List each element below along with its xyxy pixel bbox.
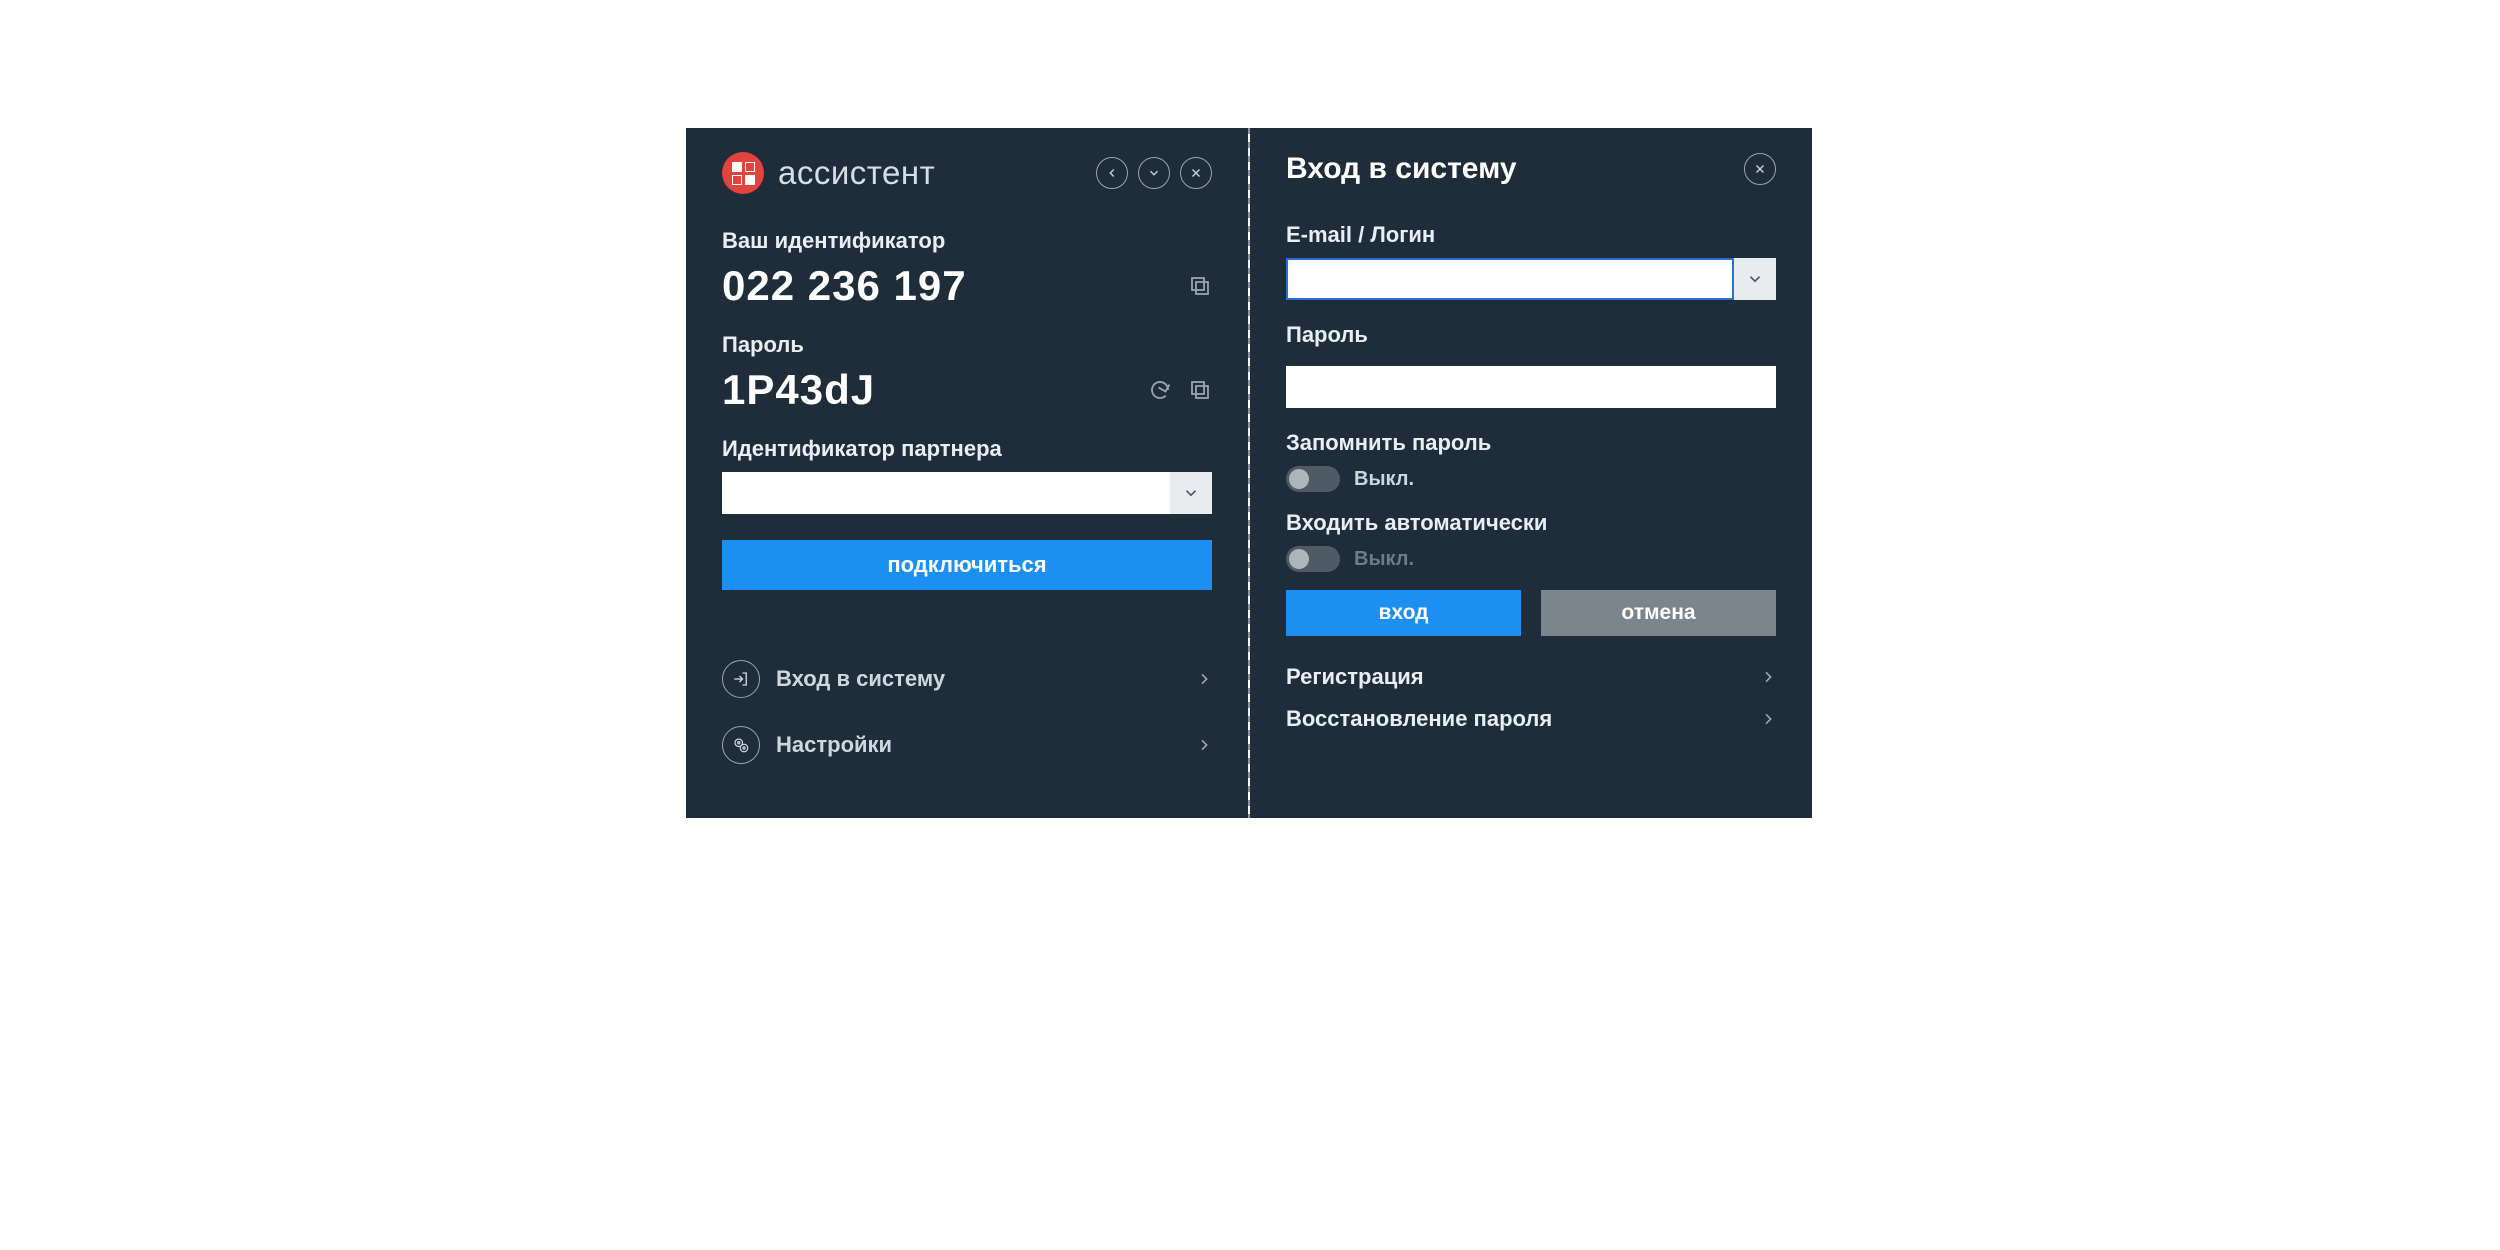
email-label: E-mail / Логин	[1286, 222, 1776, 248]
main-panel: ассистент Ваш идентификатор 022 236 197	[686, 128, 1248, 818]
cancel-button-label: отмена	[1621, 601, 1695, 625]
login-password-input[interactable]	[1286, 366, 1776, 408]
register-link-label: Регистрация	[1286, 664, 1424, 690]
chevron-right-icon	[1760, 665, 1776, 689]
partner-id-combo	[722, 472, 1212, 514]
nav-settings[interactable]: Настройки	[722, 712, 1212, 778]
copy-id-button[interactable]	[1188, 274, 1212, 298]
cancel-button[interactable]: отмена	[1541, 590, 1776, 636]
login-icon	[722, 660, 760, 698]
recover-password-link[interactable]: Восстановление пароля	[1286, 698, 1776, 740]
refresh-password-button[interactable]	[1148, 378, 1172, 402]
chevron-right-icon	[1196, 733, 1212, 757]
app-title: ассистент	[778, 154, 935, 192]
login-panel-title: Вход в систему	[1286, 152, 1517, 186]
close-button[interactable]	[1180, 157, 1212, 189]
password-value: 1P43dJ	[722, 366, 875, 414]
login-password-label: Пароль	[1286, 322, 1776, 348]
recover-link-label: Восстановление пароля	[1286, 706, 1552, 732]
menu-dropdown-button[interactable]	[1138, 157, 1170, 189]
remember-password-toggle[interactable]	[1286, 466, 1340, 492]
partner-id-dropdown-button[interactable]	[1170, 472, 1212, 514]
gear-icon	[722, 726, 760, 764]
nav-login-label: Вход в систему	[776, 666, 945, 692]
login-panel: Вход в систему E-mail / Логин Пароль Зап…	[1250, 128, 1812, 818]
email-dropdown-button[interactable]	[1734, 258, 1776, 300]
partner-id-label: Идентификатор партнера	[722, 436, 1212, 462]
nav-settings-label: Настройки	[776, 732, 892, 758]
password-label: Пароль	[722, 332, 1212, 358]
login-button[interactable]: вход	[1286, 590, 1521, 636]
your-id-label: Ваш идентификатор	[722, 228, 1212, 254]
register-link[interactable]: Регистрация	[1286, 656, 1776, 698]
copy-password-button[interactable]	[1188, 378, 1212, 402]
partner-id-input[interactable]	[722, 472, 1170, 514]
auto-login-toggle[interactable]	[1286, 546, 1340, 572]
email-combo	[1286, 258, 1776, 300]
nav-login[interactable]: Вход в систему	[722, 646, 1212, 712]
window-controls	[1096, 157, 1212, 189]
connect-button[interactable]: подключиться	[722, 540, 1212, 590]
app-logo-icon	[722, 152, 764, 194]
login-button-label: вход	[1379, 601, 1429, 625]
remember-toggle-state: Выкл.	[1354, 468, 1414, 491]
auto-toggle-state: Выкл.	[1354, 548, 1414, 571]
remember-password-label: Запомнить пароль	[1286, 430, 1776, 456]
chevron-right-icon	[1760, 707, 1776, 731]
connect-button-label: подключиться	[887, 552, 1046, 578]
chevron-right-icon	[1196, 667, 1212, 691]
auto-login-label: Входить автоматически	[1286, 510, 1776, 536]
back-button[interactable]	[1096, 157, 1128, 189]
login-panel-close-button[interactable]	[1744, 153, 1776, 185]
email-input[interactable]	[1286, 258, 1734, 300]
your-id-value: 022 236 197	[722, 262, 967, 310]
